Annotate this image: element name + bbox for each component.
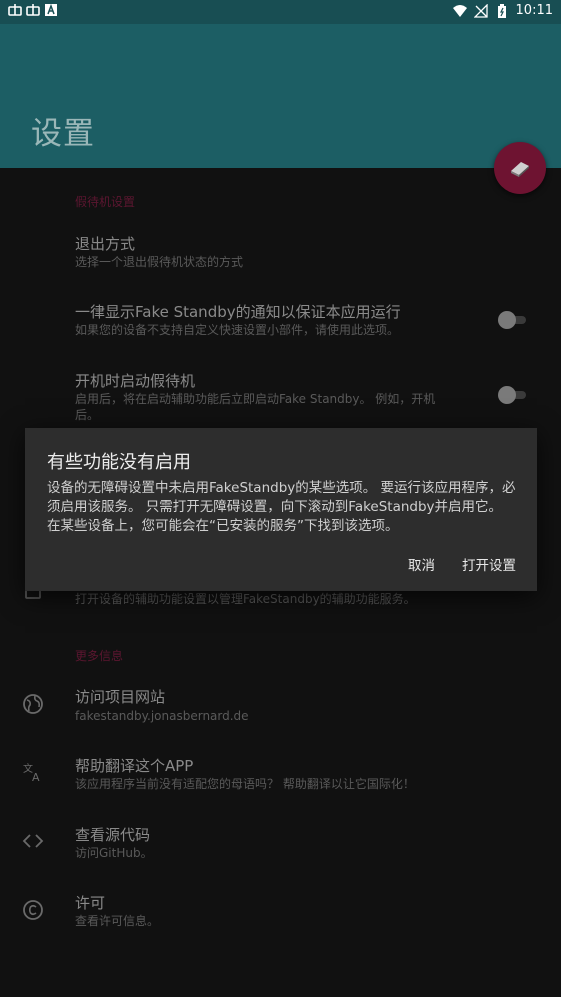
setting-title: 退出方式 (75, 235, 136, 253)
feature-disabled-dialog: 有些功能没有启用 设备的无障碍设置中未启用FakeStandby的某些选项。 要… (25, 428, 537, 591)
dialog-message: 设备的无障碍设置中未启用FakeStandby的某些选项。 要运行该应用程序，必… (47, 480, 516, 534)
setting-title: 许可 (75, 894, 106, 912)
section-header: 假待机设置 (75, 195, 136, 209)
code-icon (22, 834, 44, 848)
wifi-icon (452, 4, 467, 17)
setting-subtitle: fakestandby.jonasbernard.de (75, 709, 249, 723)
setting-title: 帮助翻译这个APP (75, 757, 194, 775)
translate-icon: 文A (23, 762, 40, 783)
setting-title: 查看源代码 (75, 826, 151, 844)
no-signal-icon (473, 3, 488, 18)
fake-standby-fab[interactable] (494, 142, 546, 194)
setting-subtitle: 查看许可信息。 (75, 914, 160, 928)
start-on-boot-switch[interactable] (498, 386, 528, 404)
setting-subtitle: 访问GitHub。 (75, 846, 153, 860)
clock: 10:11 (515, 3, 553, 18)
setting-title: 一律显示Fake Standby的通知以保证本应用运行 (75, 303, 401, 321)
section-header: 更多信息 (75, 649, 124, 663)
setting-title: 访问项目网站 (75, 688, 166, 706)
app-notification-icon (8, 4, 22, 16)
open-settings-button[interactable]: 打开设置 (462, 554, 516, 574)
svg-text:A: A (32, 771, 40, 783)
dialog-title: 有些功能没有启用 (47, 452, 191, 473)
cancel-button[interactable]: 取消 (408, 554, 435, 574)
page-title: 设置 (31, 116, 95, 152)
globe-icon (23, 694, 43, 714)
always-notification-switch[interactable] (498, 311, 528, 329)
setting-subtitle: 打开设备的辅助功能设置以管理FakeStandby的辅助功能服务。 (75, 592, 416, 606)
setting-title: 开机时启动假待机 (75, 372, 196, 390)
battery-icon (497, 3, 506, 18)
setting-subtitle: 如果您的设备不支持自定义快速设置小部件，请使用此选项。 (75, 323, 400, 337)
status-bar: 10:11 (0, 0, 561, 24)
setting-subtitle: 选择一个退出假待机状态的方式 (75, 255, 244, 269)
setting-subtitle-cont: 后。 (75, 408, 100, 422)
copyright-icon (23, 900, 43, 920)
app-notification-icon (26, 4, 40, 16)
app-bar: 设置 (0, 24, 561, 168)
eraser-icon (511, 162, 529, 177)
font-notification-icon (45, 3, 57, 16)
setting-subtitle: 该应用程序当前没有适配您的母语吗？ 帮助翻译以让它国际化！ (75, 777, 415, 791)
setting-subtitle: 启用后，将在启动辅助功能后立即启动Fake Standby。 例如，开机 (75, 392, 436, 406)
